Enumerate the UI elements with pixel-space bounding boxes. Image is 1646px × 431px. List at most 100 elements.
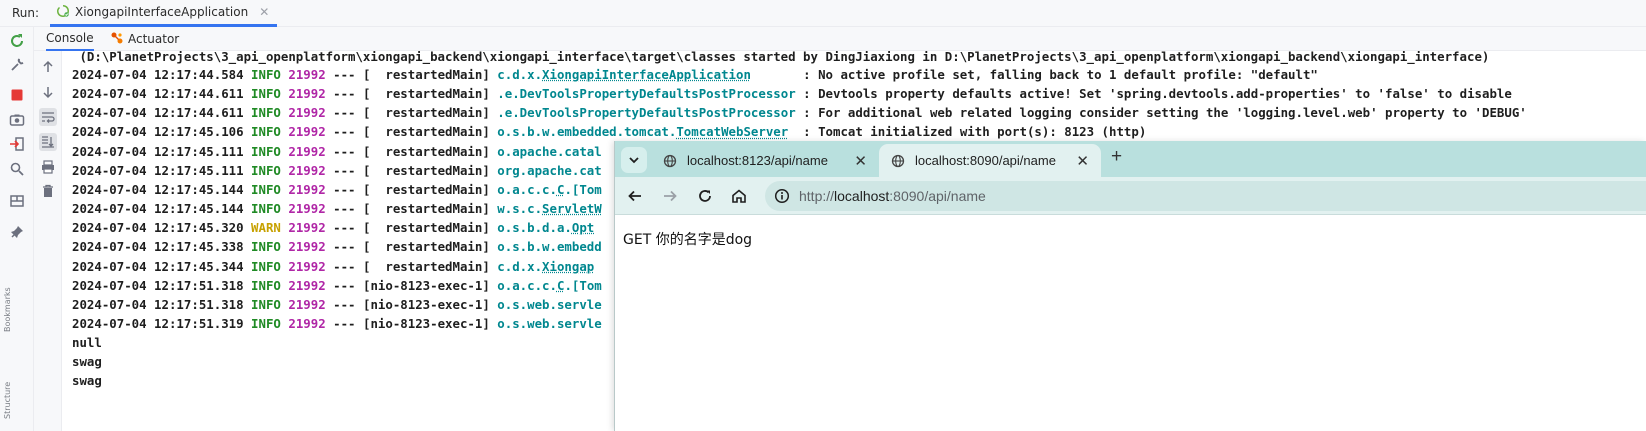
tab-actuator-label: Actuator	[128, 32, 179, 46]
log-gap	[244, 278, 251, 293]
log-timestamp: 2024-07-04 12:17:44.584	[72, 67, 244, 82]
log-line: 2024-07-04 12:17:44.611 INFO 21992 --- […	[72, 103, 1527, 122]
log-gap	[244, 201, 251, 216]
home-icon[interactable]	[729, 186, 749, 206]
log-timestamp: 2024-07-04 12:17:45.144	[72, 182, 244, 197]
log-gap	[244, 259, 251, 274]
soft-wrap-icon[interactable]	[39, 108, 57, 126]
bookmarks-tool-label[interactable]: Bookmarks	[3, 252, 13, 332]
url-scheme: http://	[799, 188, 834, 204]
log-logger-prefix: c.d.x.	[497, 259, 542, 274]
log-line: 2024-07-04 12:17:45.144 INFO 21992 --- […	[72, 199, 602, 218]
log-thread: [ restartedMain]	[363, 220, 490, 235]
log-logger-suffix: .[Tom	[564, 278, 601, 293]
log-timestamp: 2024-07-04 12:17:45.111	[72, 163, 244, 178]
close-icon[interactable]: ✕	[1076, 152, 1089, 170]
layout-icon[interactable]	[9, 193, 25, 209]
search-icon[interactable]	[9, 161, 25, 177]
log-level: INFO	[251, 259, 281, 274]
stop-icon[interactable]	[9, 87, 25, 103]
log-separator: ---	[326, 239, 363, 254]
log-gap	[244, 86, 251, 101]
log-level: WARN	[251, 220, 281, 235]
info-icon[interactable]	[773, 187, 791, 205]
log-logger-prefix: c.d.x.	[497, 67, 542, 82]
console-output-line: null	[72, 333, 102, 352]
log-thread: [ restartedMain]	[363, 259, 490, 274]
log-line: 2024-07-04 12:17:51.318 INFO 21992 --- […	[72, 295, 602, 314]
log-logger-link[interactable]: ServletW	[542, 201, 602, 216]
tab-search-button[interactable]	[621, 147, 647, 173]
log-thread: [ restartedMain]	[363, 105, 490, 120]
log-pid: 21992	[288, 316, 325, 331]
log-level: INFO	[251, 239, 281, 254]
address-bar[interactable]: http://localhost:8090/api/name	[765, 181, 1646, 211]
log-separator: ---	[326, 316, 363, 331]
log-level: INFO	[251, 86, 281, 101]
browser-toolbar: http://localhost:8090/api/name	[615, 177, 1646, 215]
browser-tab-title: localhost:8123/api/name	[687, 153, 828, 168]
log-thread: [ restartedMain]	[363, 163, 490, 178]
wrench-icon[interactable]	[9, 57, 25, 73]
run-config-tab-label: XiongapiInterfaceApplication	[75, 5, 248, 19]
login-icon[interactable]	[9, 136, 25, 152]
log-line: 2024-07-04 12:17:45.144 INFO 21992 --- […	[72, 180, 602, 199]
globe-icon	[891, 154, 905, 168]
trash-icon[interactable]	[39, 182, 57, 200]
page-body-text: GET 你的名字是dog	[623, 229, 752, 249]
globe-icon	[663, 154, 677, 168]
log-timestamp: 2024-07-04 12:17:45.106	[72, 124, 244, 139]
log-separator: ---	[326, 105, 363, 120]
log-thread: [ restartedMain]	[363, 239, 490, 254]
tab-console[interactable]: Console	[46, 27, 94, 51]
log-logger-prefix: o.a.c.c.	[497, 182, 557, 197]
log-thread: [nio-8123-exec-1]	[363, 297, 490, 312]
camera-icon[interactable]	[9, 112, 25, 128]
rerun-icon[interactable]	[9, 33, 25, 49]
log-timestamp: 2024-07-04 12:17:45.344	[72, 259, 244, 274]
log-logger-link[interactable]: TomcatWebServer	[676, 124, 788, 139]
log-timestamp: 2024-07-04 12:17:45.144	[72, 201, 244, 216]
new-tab-button[interactable]: +	[1111, 146, 1122, 168]
scroll-to-end-icon[interactable]	[39, 133, 57, 151]
back-icon[interactable]	[625, 186, 645, 206]
log-pid: 21992	[288, 105, 325, 120]
close-icon[interactable]: ✕	[259, 5, 269, 19]
log-level: INFO	[251, 316, 281, 331]
log-logger-link[interactable]: Opt	[572, 220, 594, 235]
browser-tab-8123[interactable]: localhost:8123/api/name ✕	[651, 144, 879, 177]
log-logger-link[interactable]: XiongapiInterfaceApplication	[542, 67, 751, 82]
log-gap	[244, 67, 251, 82]
arrow-down-icon[interactable]	[39, 83, 57, 101]
console-subtabs: Console Actuator	[34, 27, 1646, 51]
log-level: INFO	[251, 105, 281, 120]
log-pid: 21992	[288, 239, 325, 254]
tab-actuator[interactable]: Actuator	[110, 27, 179, 51]
log-logger-prefix: o.a.c.c.	[497, 278, 557, 293]
pin-icon[interactable]	[9, 224, 25, 240]
print-icon[interactable]	[39, 158, 57, 176]
log-level: INFO	[251, 67, 281, 82]
log-logger-link[interactable]: Xiongap	[542, 259, 594, 274]
log-thread: [ restartedMain]	[363, 124, 490, 139]
log-logger-suffix: .[Tom	[564, 182, 601, 197]
log-level: INFO	[251, 182, 281, 197]
log-pid: 21992	[288, 220, 325, 235]
close-icon[interactable]: ✕	[854, 152, 867, 170]
log-separator: ---	[326, 144, 363, 159]
browser-window: localhost:8123/api/name ✕ localhost:8090…	[614, 141, 1646, 431]
console-header-line: (D:\PlanetProjects\3_api_openplatform\xi…	[72, 51, 1489, 66]
log-timestamp: 2024-07-04 12:17:51.318	[72, 278, 244, 293]
browser-tab-8090[interactable]: localhost:8090/api/name ✕	[879, 144, 1101, 177]
log-message: : Tomcat initialized with port(s): 8123 …	[796, 124, 1147, 139]
run-config-tab[interactable]: XiongapiInterfaceApplication ✕	[50, 0, 277, 27]
log-separator: ---	[326, 278, 363, 293]
log-separator: ---	[326, 124, 363, 139]
log-pid: 21992	[288, 201, 325, 216]
forward-icon[interactable]	[660, 186, 680, 206]
spring-boot-icon	[56, 3, 70, 22]
structure-tool-label[interactable]: Structure	[3, 339, 13, 419]
arrow-up-icon[interactable]	[39, 58, 57, 76]
log-logger-prefix: org.apache.cat	[497, 163, 601, 178]
reload-icon[interactable]	[695, 186, 715, 206]
